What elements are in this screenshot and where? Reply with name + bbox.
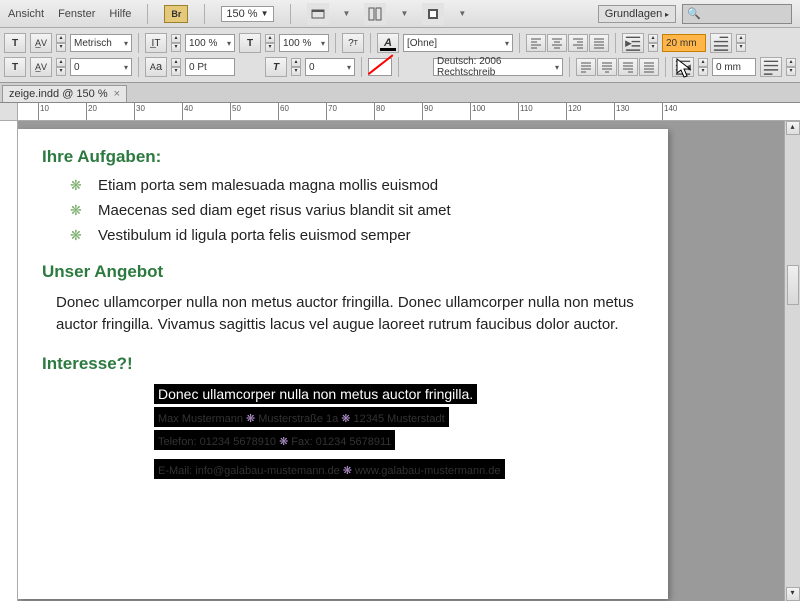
zoom-level[interactable]: 150 %▼ <box>221 6 273 22</box>
contact-block: Donec ullamcorper nulla non metus auctor… <box>154 384 644 482</box>
close-icon[interactable]: × <box>114 88 120 100</box>
workspace-dropdown[interactable]: Grundlagen ▸ <box>598 5 676 23</box>
kerning-dropdown[interactable]: Metrisch <box>70 34 132 52</box>
search-icon: 🔍 <box>687 7 701 20</box>
fill-icon[interactable]: A <box>377 33 399 53</box>
no-break-icon[interactable] <box>368 58 392 76</box>
skew-field[interactable]: 0 <box>305 58 355 76</box>
horizontal-ruler[interactable]: 102030405060708090100110120130140 <box>0 103 800 121</box>
hscale-icon[interactable]: T <box>239 33 261 53</box>
scroll-up-icon[interactable]: ▴ <box>786 121 800 135</box>
contact-line: Max Mustermann❋Musterstraße 1a❋12345 Mus… <box>154 407 449 427</box>
control-panel: T A̲V ▴▾ Metrisch I̲T ▴▾ 100 % T ▴▾ 100 … <box>0 28 800 83</box>
screen-mode-icon[interactable] <box>307 3 329 25</box>
view-options-icon[interactable] <box>422 3 444 25</box>
para-align-group <box>526 34 609 52</box>
baseline-icon[interactable]: Aa <box>145 57 167 77</box>
document-tab-bar: zeige.indd @ 150 % × <box>0 83 800 103</box>
tracking-icon[interactable]: A̲V <box>30 57 52 77</box>
indent-left-field[interactable]: 20 mm <box>662 34 706 52</box>
offer-paragraph: Donec ullamcorper nulla non metus auctor… <box>56 292 644 336</box>
indent-left-icon[interactable] <box>622 33 644 53</box>
scroll-down-icon[interactable]: ▾ <box>786 587 800 601</box>
contact-line: Telefon: 01234 5678910❋Fax: 01234 567891… <box>154 430 395 450</box>
char-mode-icon[interactable]: T <box>4 33 26 53</box>
scroll-thumb[interactable] <box>787 265 799 305</box>
charstyle-dropdown[interactable]: [Ohne] <box>403 34 513 52</box>
heading-interest: Interesse?! <box>42 354 644 374</box>
task-list: Etiam porta sem malesuada magna mollis e… <box>70 177 644 244</box>
workspace: Ihre Aufgaben: Etiam porta sem malesuada… <box>0 121 800 601</box>
hscale-field[interactable]: 100 % <box>279 34 329 52</box>
para-mode-icon[interactable]: T <box>4 57 26 77</box>
heading-offer: Unser Angebot <box>42 262 644 282</box>
justify-left-icon[interactable] <box>576 58 596 76</box>
heading-tasks: Ihre Aufgaben: <box>42 147 644 167</box>
spinner[interactable]: ▴▾ <box>56 34 66 52</box>
charstyle-icon[interactable]: ?T <box>342 33 364 53</box>
language-dropdown[interactable]: Deutsch: 2006 Rechtschreib <box>433 58 563 76</box>
canvas[interactable]: Ihre Aufgaben: Etiam porta sem malesuada… <box>18 121 800 601</box>
kerning-icon[interactable]: A̲V <box>30 33 52 53</box>
list-item: Maecenas sed diam eget risus varius blan… <box>70 202 644 219</box>
vscale-icon[interactable]: I̲T <box>145 33 167 53</box>
align-left-icon[interactable] <box>526 34 546 52</box>
tracking-field[interactable]: 0 <box>70 58 132 76</box>
justify-right-icon[interactable] <box>618 58 638 76</box>
menu-hilfe[interactable]: Hilfe <box>109 8 131 20</box>
para-justify-group <box>576 58 659 76</box>
vertical-ruler[interactable] <box>0 121 18 601</box>
menubar: Ansicht Fenster Hilfe Br 150 %▼ ▼ ▼ ▼ Gr… <box>0 0 800 28</box>
list-item: Etiam porta sem malesuada magna mollis e… <box>70 177 644 194</box>
contact-line: Donec ullamcorper nulla non metus auctor… <box>154 384 477 404</box>
indent-first-icon[interactable] <box>710 33 732 53</box>
arrange-icon[interactable] <box>364 3 386 25</box>
vscale-field[interactable]: 100 % <box>185 34 235 52</box>
vertical-scrollbar[interactable]: ▴ ▾ <box>784 121 800 601</box>
document-tab[interactable]: zeige.indd @ 150 % × <box>2 85 127 102</box>
contact-line: E-Mail: info@galabau-mustemann.de❋www.ga… <box>154 459 505 479</box>
baseline-field[interactable]: 0 Pt <box>185 58 235 76</box>
align-justify-icon[interactable] <box>589 34 609 52</box>
list-item: Vestibulum id ligula porta felis euismod… <box>70 227 644 244</box>
menu-ansicht[interactable]: Ansicht <box>8 8 44 20</box>
justify-all-icon[interactable] <box>639 58 659 76</box>
indent-right-icon[interactable] <box>672 57 694 77</box>
align-center-icon[interactable] <box>547 34 567 52</box>
document-page[interactable]: Ihre Aufgaben: Etiam porta sem malesuada… <box>18 129 668 599</box>
ruler-origin[interactable] <box>0 103 18 121</box>
skew-icon[interactable]: T <box>265 57 287 77</box>
menu-fenster[interactable]: Fenster <box>58 8 95 20</box>
justify-center-icon[interactable] <box>597 58 617 76</box>
indent-right-field[interactable]: 0 mm <box>712 58 756 76</box>
align-right-icon[interactable] <box>568 34 588 52</box>
search-input[interactable]: 🔍 <box>682 4 792 24</box>
indent-last-icon[interactable] <box>760 57 782 77</box>
bridge-button[interactable]: Br <box>164 5 188 23</box>
